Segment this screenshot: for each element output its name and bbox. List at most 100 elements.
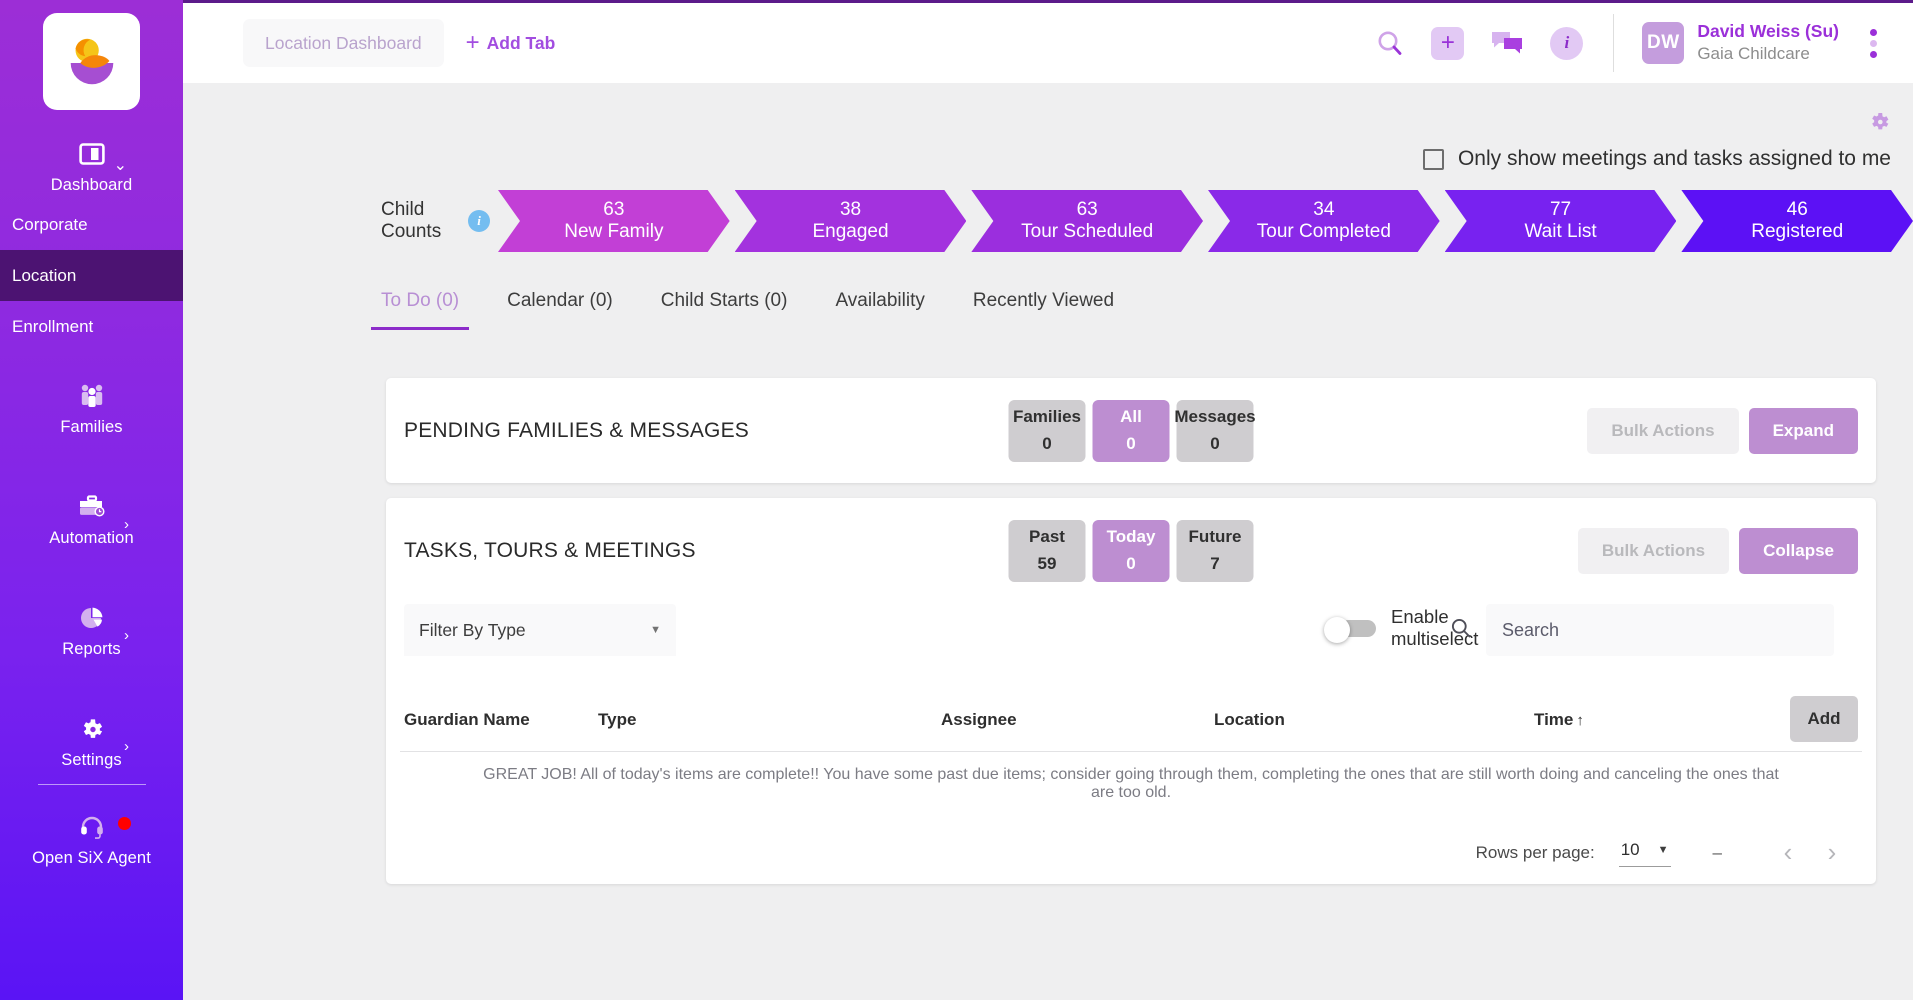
pending-card-actions: Bulk Actions Expand [1587,407,1858,454]
pending-pill-families[interactable]: Families 0 [1008,399,1086,462]
pending-card-header: PENDING FAMILIES & MESSAGES Families 0 All… [386,378,1876,483]
sort-ascending-icon: ↑ [1576,712,1584,729]
pipeline-segment-tour-scheduled[interactable]: 63 Tour Scheduled [971,190,1203,252]
page-range-label: – [1712,842,1722,862]
column-header-location[interactable]: Location [1214,710,1285,730]
plus-icon: + [465,29,480,56]
segment-count: 77 [1549,198,1572,220]
tasks-bulk-actions-button[interactable]: Bulk Actions [1577,527,1730,574]
settings-gear-icon[interactable] [1867,110,1891,139]
pipeline-segment-tour-completed[interactable]: 34 Tour Completed [1208,190,1440,252]
pending-pill-messages[interactable]: Messages 0 [1174,399,1256,462]
pending-bulk-actions-button[interactable]: Bulk Actions [1587,407,1739,454]
pipeline-segment-registered[interactable]: 46 Registered [1681,190,1913,252]
pipeline-info-icon[interactable]: i [468,210,490,232]
user-org: Gaia Childcare [1697,43,1810,63]
more-options-icon[interactable] [1852,28,1891,58]
sidebar-item-location[interactable]: Location [0,250,183,301]
tasks-tours-meetings-card: TASKS, TOURS & MEETINGS Past 59 Today 0 Futu… [386,498,1876,884]
sidebar-item-six-agent[interactable]: Open SiX Agent [0,801,183,872]
tasks-pill-future[interactable]: Future 7 [1176,519,1254,582]
segment-label: Tour Scheduled [1021,220,1154,242]
sidebar-item-enrollment[interactable]: Enrollment [0,301,183,352]
pipeline-label: Child Counts [381,198,442,242]
assigned-to-me-filter[interactable]: Only show meetings and tasks assigned to… [1422,147,1891,171]
sidebar-item-label: Enrollment [12,316,94,336]
tasks-card-title: TASKS, TOURS & MEETINGS [404,538,696,562]
tasks-table-header: Guardian Name Type Assignee Location Tim… [386,696,1876,751]
segment-label: Engaged [812,220,889,242]
pill-label: Future [1188,527,1242,547]
sidebar-item-label: Settings [61,751,122,769]
chevron-down-icon: ⌄ [113,157,127,174]
segment-label: Wait List [1524,220,1597,242]
column-header-type[interactable]: Type [598,710,636,730]
sidebar-item-label: Families [60,418,123,436]
add-task-button[interactable]: Add [1790,696,1858,742]
tasks-pill-today[interactable]: Today 0 [1092,519,1170,582]
add-tab-button[interactable]: + Add Tab [466,31,556,55]
tasks-pill-past[interactable]: Past 59 [1008,519,1086,582]
headset-icon [76,811,108,843]
assigned-to-me-checkbox[interactable] [1422,148,1444,170]
tasks-empty-message: GREAT JOB! All of today's items are comp… [483,766,1779,801]
column-header-time[interactable]: Time ↑ [1534,710,1584,730]
chat-bubbles-icon[interactable] [1490,29,1524,57]
child-counts-pipeline: Child Counts i 63 New Family 38 Engaged 63 To… [183,190,1913,252]
pipeline-segment-wait-list[interactable]: 77 Wait List [1445,190,1677,252]
pipeline-segment-engaged[interactable]: 38 Engaged [735,190,967,252]
gear-icon [76,713,108,745]
alert-dot-badge [118,817,131,830]
multiselect-toggle[interactable] [1324,617,1376,644]
column-header-assignee[interactable]: Assignee [941,710,1017,730]
tab-child-starts-0[interactable]: Child Starts (0) [661,278,788,330]
add-icon[interactable]: + [1431,26,1465,60]
sidebar-item-label: Corporate [12,214,88,234]
info-icon[interactable]: i [1550,26,1584,60]
pipeline-segment-new-family[interactable]: 63 New Family [498,190,730,252]
tasks-card-header: TASKS, TOURS & MEETINGS Past 59 Today 0 Futu… [386,498,1876,603]
segment-count: 34 [1313,198,1335,220]
sidebar-item-reports[interactable]: › Reports [0,592,183,663]
search-icon [1450,617,1472,644]
chevron-right-icon: › [124,516,129,533]
app-logo[interactable] [43,13,140,110]
next-page-button[interactable]: › [1810,837,1854,868]
pipeline-track: 63 New Family 38 Engaged 63 Tour Scheduled 34 T… [498,190,1913,252]
sidebar-item-corporate[interactable]: Corporate [0,199,183,250]
tab-availability[interactable]: Availability [835,278,924,330]
table-divider [400,751,1862,752]
sidebar-divider [37,784,146,785]
tab-calendar-0[interactable]: Calendar (0) [507,278,613,330]
tasks-filter-row: Filter By Type ▼ Enable multiselect Sear… [386,604,1876,684]
sidebar-item-automation[interactable]: › Automation [0,481,183,552]
column-header-guardian-name[interactable]: Guardian Name [404,710,530,730]
tasks-collapse-button[interactable]: Collapse [1739,527,1858,574]
avatar: DW [1642,22,1685,64]
search-icon[interactable] [1375,28,1405,58]
previous-page-button[interactable]: ‹ [1766,837,1810,868]
segment-count: 38 [839,198,862,220]
sidebar-item-families[interactable]: Families [0,370,183,441]
pill-value: 7 [1210,553,1220,573]
tab-recently-viewed[interactable]: Recently Viewed [973,278,1114,330]
rows-per-page-select[interactable]: 10 ▼ [1618,838,1671,867]
chevron-down-icon: ▼ [650,624,661,636]
pending-pill-all[interactable]: All 0 [1092,399,1170,462]
tab-location-dashboard[interactable]: Location Dashboard [243,19,444,67]
sidebar-item-settings[interactable]: › Settings [0,703,183,774]
segment-count: 63 [603,198,625,220]
segment-label: Tour Completed [1256,220,1391,242]
sidebar-item-label: Automation [49,529,134,547]
filter-by-type-select[interactable]: Filter By Type ▼ [404,604,676,656]
search-input[interactable]: Search [1486,604,1834,656]
user-menu[interactable]: DW David Weiss (Su) Gaia Childcare [1613,14,1891,72]
pending-expand-button[interactable]: Expand [1748,407,1858,454]
pill-label: Past [1029,527,1065,547]
sidebar-item-label: Open SiX Agent [32,849,151,867]
pill-label: Messages [1174,407,1256,427]
gaia-bowl-logo-icon [70,38,113,84]
tab-to-do-0[interactable]: To Do (0) [370,278,470,330]
sidebar-item-dashboard[interactable]: ⌄ Dashboard [0,128,183,199]
pill-label: Families [1012,407,1082,427]
